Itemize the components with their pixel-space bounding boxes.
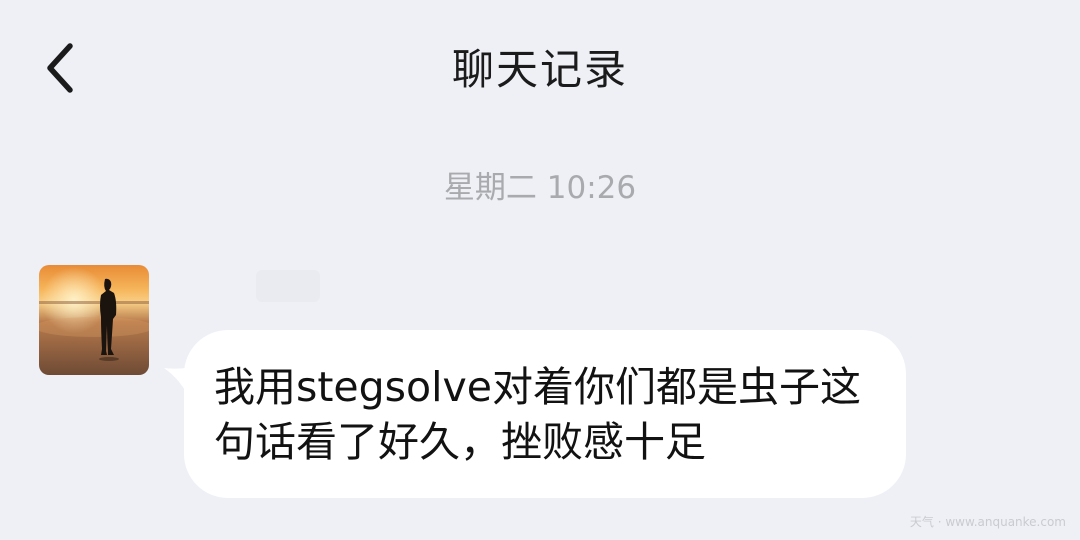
sunset-silhouette-image bbox=[39, 265, 149, 375]
watermark: 天气 · www.anquanke.com bbox=[909, 515, 1066, 529]
page-title: 聊天记录 bbox=[451, 45, 628, 94]
message-timestamp: 星期二 10:26 bbox=[443, 170, 637, 206]
sender-name-blurred bbox=[256, 270, 320, 302]
message-text: 我用stegsolve对着你们都是虫子这句话看了好久，挫败感十足 bbox=[214, 363, 862, 466]
avatar[interactable] bbox=[39, 265, 149, 375]
message-bubble[interactable]: 我用stegsolve对着你们都是虫子这句话看了好久，挫败感十足 bbox=[184, 330, 906, 498]
